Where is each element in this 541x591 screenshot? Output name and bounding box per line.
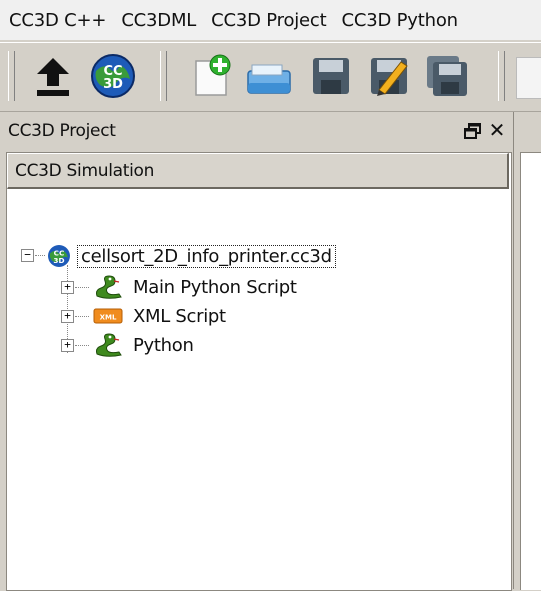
menu-cc3d-python[interactable]: CC3D Python: [332, 10, 463, 31]
tree-item-xml-script[interactable]: XML XML Script: [93, 302, 226, 330]
expand-toggle[interactable]: +: [61, 339, 74, 352]
save-icon: [313, 58, 349, 94]
tree-item-label: XML Script: [133, 305, 226, 327]
close-icon[interactable]: ✕: [487, 119, 507, 141]
tree-item-label: Python: [133, 334, 194, 356]
save-as-button[interactable]: [362, 49, 416, 103]
dock-title: CC3D Project: [8, 121, 116, 141]
tree-connector: [75, 316, 89, 317]
svg-text:XML: XML: [100, 314, 117, 322]
tree-connector: [75, 345, 89, 346]
expand-toggle[interactable]: +: [61, 281, 74, 294]
project-dock: CC3D Project ✕ CC3D Simulation − CC 3D c…: [0, 112, 514, 591]
tree-item-label: Main Python Script: [133, 276, 297, 298]
new-file-button[interactable]: [184, 49, 238, 103]
save-all-icon: [427, 56, 467, 96]
python-snake-icon: [96, 275, 122, 299]
menu-cc3dml[interactable]: CC3DML: [112, 10, 202, 31]
svg-text:3D: 3D: [103, 77, 123, 92]
expand-toggle[interactable]: +: [61, 310, 74, 323]
menu-cc3d-project[interactable]: CC3D Project: [202, 10, 332, 31]
save-as-icon: [371, 58, 408, 96]
menu-bar: CC3D C++ CC3DML CC3D Project CC3D Python: [0, 0, 541, 40]
cc3d-run-button[interactable]: CC 3D: [86, 49, 140, 103]
tree-connector: [75, 287, 89, 288]
save-button[interactable]: [304, 49, 358, 103]
python-snake-icon: [96, 333, 122, 357]
editor-pane: [514, 112, 541, 590]
tree-header-label: CC3D Simulation: [15, 160, 155, 181]
svg-text:3D: 3D: [53, 256, 64, 265]
upload-arrow-icon: [37, 58, 69, 96]
toolbar-grip[interactable]: [160, 51, 167, 101]
toolbar-grip[interactable]: [8, 51, 15, 101]
editor-area[interactable]: [520, 152, 541, 590]
dock-title-bar: CC3D Project ✕: [0, 112, 513, 150]
save-all-button[interactable]: [420, 49, 474, 103]
xml-file-icon: XML: [93, 308, 123, 324]
tree-item-main-python-script[interactable]: Main Python Script: [93, 273, 297, 301]
float-icon[interactable]: [463, 121, 483, 141]
open-button[interactable]: [242, 49, 296, 103]
tree-connector: [35, 255, 45, 256]
tree-item-root[interactable]: CC 3D cellsort_2D_info_printer.cc3d: [47, 242, 336, 270]
cc3d-globe-icon: CC 3D: [91, 54, 135, 98]
project-tree[interactable]: CC3D Simulation − CC 3D cellsort_2D_info…: [6, 152, 512, 591]
open-folder-icon: [247, 64, 291, 94]
tree-item-root-label: cellsort_2D_info_printer.cc3d: [77, 244, 336, 268]
tree-header[interactable]: CC3D Simulation: [7, 153, 509, 189]
toolbar: CC 3D: [0, 42, 541, 112]
menu-cc3d-cpp[interactable]: CC3D C++: [0, 10, 112, 31]
tree-item-python[interactable]: Python: [93, 331, 194, 359]
upload-button[interactable]: [26, 49, 80, 103]
new-file-icon: [195, 54, 231, 96]
toolbar-overflow-button[interactable]: [516, 57, 541, 99]
cc3d-globe-icon: CC 3D: [48, 245, 70, 267]
toolbar-grip[interactable]: [498, 51, 505, 101]
root-collapse-toggle[interactable]: −: [21, 249, 34, 262]
